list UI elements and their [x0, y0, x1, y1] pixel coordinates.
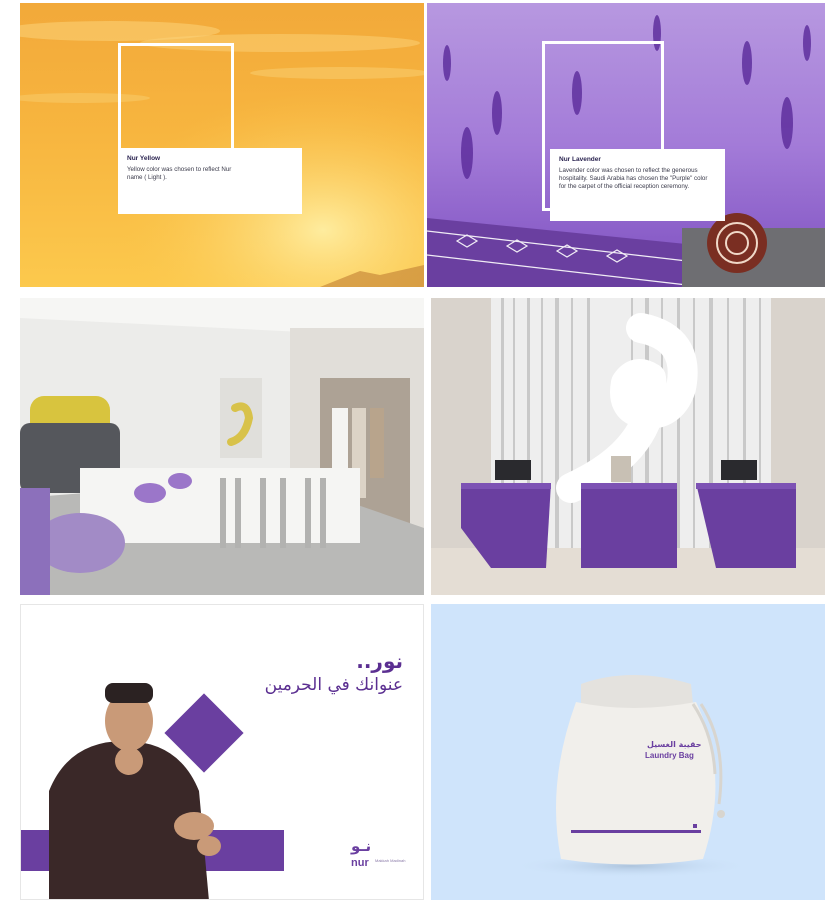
swatch-title: Nur Lavender	[559, 156, 601, 163]
nur-logo-tagline: Makkah Madinah	[375, 858, 406, 863]
bag-label-arabic: حقيبة الغسيل	[647, 740, 702, 749]
nur-logo-arabic: نـو	[351, 837, 372, 855]
hotel-room-tile	[20, 298, 424, 595]
swatch-card-yellow: Nur Yellow Yellow color was chosen to re…	[118, 148, 302, 214]
man-photo	[49, 683, 221, 899]
nur-logo-latin: nur	[351, 857, 369, 869]
nur-yellow-tile: Nur Yellow Yellow color was chosen to re…	[20, 3, 424, 287]
poster-headline: نور..	[356, 649, 403, 673]
nur-logo: نـو nur Makkah Madinah	[351, 837, 411, 877]
reception-render	[431, 298, 825, 595]
poster-subline: عنوانك في الحرمين	[264, 675, 403, 695]
nur-lavender-tile: Nur Lavender Lavender color was chosen t…	[427, 3, 825, 287]
laundry-bag-tile: حقيبة الغسيل Laundry Bag	[431, 604, 825, 900]
swatch-title: Nur Yellow	[127, 155, 161, 162]
reception-tile	[431, 298, 825, 595]
swatch-description: Yellow color was chosen to reflect Nur n…	[127, 166, 232, 181]
bag-label-english: Laundry Bag	[645, 751, 694, 760]
laundry-bag-image	[511, 675, 751, 878]
swatch-description: Lavender color was chosen to reflect the…	[559, 167, 708, 190]
nur-poster-tile: نور.. عنوانك في الحرمين نـو nur Makkah M…	[20, 604, 424, 900]
hotel-room-render	[20, 298, 424, 595]
swatch-card-lavender: Nur Lavender Lavender color was chosen t…	[550, 149, 725, 221]
